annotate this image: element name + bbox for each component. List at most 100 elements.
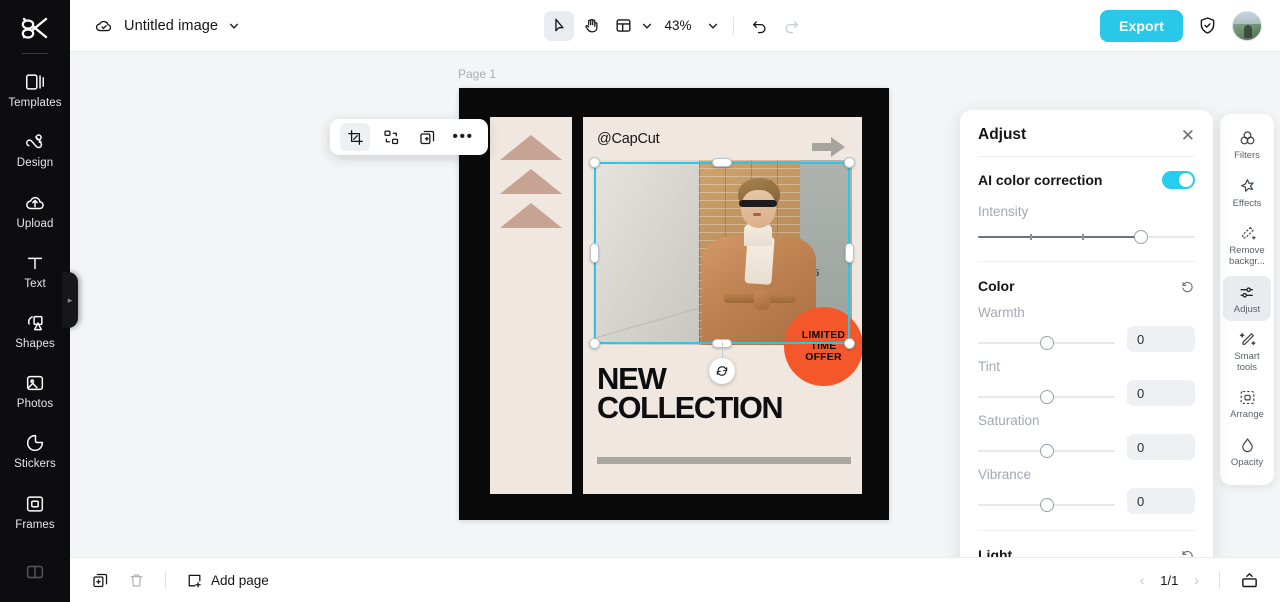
slider-knob[interactable] bbox=[1039, 498, 1054, 512]
layout-chevron-down-icon[interactable] bbox=[640, 20, 659, 32]
sidebar-item-frames[interactable]: Frames bbox=[0, 482, 70, 542]
sidebar-item-templates[interactable]: Templates bbox=[0, 60, 70, 120]
poster-username[interactable]: @CapCut bbox=[597, 131, 660, 147]
more-options-button[interactable]: ••• bbox=[448, 123, 478, 151]
rail-item-arrange[interactable]: Arrange bbox=[1223, 381, 1271, 427]
chevron-down-icon[interactable] bbox=[228, 20, 240, 32]
next-page-button[interactable]: › bbox=[1188, 572, 1205, 588]
left-sidebar: Templates Design Upload Text Shapes Phot… bbox=[0, 0, 70, 602]
slider-knob[interactable] bbox=[1039, 336, 1054, 350]
add-page-button[interactable]: Add page bbox=[180, 572, 275, 589]
page-navigation: ‹ 1/1 › bbox=[1134, 565, 1264, 595]
reset-icon[interactable] bbox=[1180, 279, 1195, 294]
hand-tool-button[interactable] bbox=[576, 11, 606, 41]
templates-icon bbox=[24, 71, 46, 93]
frames-icon bbox=[24, 493, 46, 515]
arrow-right-icon[interactable] bbox=[812, 135, 846, 159]
panel-divider bbox=[978, 261, 1195, 262]
triangle-shape bbox=[500, 203, 562, 228]
tint-value[interactable]: 0 bbox=[1127, 380, 1195, 406]
zoom-level-value[interactable]: 43% bbox=[661, 18, 695, 33]
remove-background-icon bbox=[1238, 224, 1257, 243]
rail-item-remove-background[interactable]: Remove backgr... bbox=[1223, 217, 1271, 273]
resize-handle-left[interactable] bbox=[590, 243, 599, 263]
sidebar-collapse-handle[interactable]: ▸ bbox=[62, 272, 78, 328]
saturation-value[interactable]: 0 bbox=[1127, 434, 1195, 460]
duplicate-button[interactable] bbox=[412, 123, 442, 151]
vibrance-row: 0 bbox=[978, 488, 1195, 514]
rail-label: Opacity bbox=[1230, 457, 1264, 468]
shield-check-icon[interactable] bbox=[1197, 15, 1218, 36]
ai-color-correction-toggle[interactable] bbox=[1162, 171, 1195, 189]
zoom-chevron-down-icon[interactable] bbox=[697, 20, 723, 32]
adjust-panel-title: Adjust bbox=[978, 126, 1027, 143]
triangle-shape bbox=[500, 169, 562, 194]
tint-slider[interactable] bbox=[978, 389, 1115, 405]
rail-item-adjust[interactable]: Adjust bbox=[1223, 275, 1271, 322]
document-title-group[interactable]: Untitled image bbox=[70, 16, 240, 36]
resize-handle-bottom-right[interactable] bbox=[844, 338, 855, 349]
rail-item-effects[interactable]: Effects bbox=[1223, 170, 1271, 216]
slider-knob[interactable] bbox=[1039, 390, 1054, 404]
vibrance-slider[interactable] bbox=[978, 497, 1115, 513]
saturation-row: 0 bbox=[978, 434, 1195, 460]
undo-icon bbox=[750, 16, 769, 35]
canvas-page[interactable]: @CapCut 66 bbox=[459, 88, 889, 520]
duplicate-page-button[interactable] bbox=[85, 565, 115, 595]
hand-pan-icon bbox=[582, 16, 601, 35]
resize-handle-bottom-left[interactable] bbox=[589, 338, 600, 349]
saturation-label: Saturation bbox=[978, 413, 1040, 428]
sidebar-item-more[interactable] bbox=[0, 542, 70, 602]
rail-divider bbox=[22, 53, 48, 55]
sidebar-item-photos[interactable]: Photos bbox=[0, 361, 70, 421]
bottom-divider bbox=[165, 571, 166, 589]
rail-item-smart-tools[interactable]: Smart tools bbox=[1223, 323, 1271, 379]
sidebar-item-design[interactable]: Design bbox=[0, 120, 70, 180]
sidebar-item-upload[interactable]: Upload bbox=[0, 181, 70, 241]
slider-knob[interactable] bbox=[1133, 230, 1148, 244]
poster-decorative-column[interactable] bbox=[490, 117, 572, 494]
resize-handle-top[interactable] bbox=[712, 158, 732, 167]
present-button[interactable] bbox=[1234, 565, 1264, 595]
add-page-label: Add page bbox=[211, 572, 269, 588]
page-label: Page 1 bbox=[458, 67, 497, 81]
capcut-logo[interactable] bbox=[18, 14, 52, 43]
intensity-slider[interactable] bbox=[978, 229, 1195, 245]
sidebar-item-shapes[interactable]: Shapes bbox=[0, 301, 70, 361]
user-avatar[interactable] bbox=[1232, 10, 1262, 41]
rotate-handle[interactable] bbox=[709, 358, 735, 384]
vibrance-value[interactable]: 0 bbox=[1127, 488, 1195, 514]
rail-item-opacity[interactable]: Opacity bbox=[1223, 429, 1271, 475]
warmth-value[interactable]: 0 bbox=[1127, 326, 1195, 352]
layout-tool-button[interactable] bbox=[608, 11, 638, 41]
sidebar-item-stickers[interactable]: Stickers bbox=[0, 421, 70, 481]
rail-label: Arrange bbox=[1230, 409, 1264, 421]
sidebar-item-text[interactable]: Text bbox=[0, 241, 70, 301]
selection-box[interactable] bbox=[589, 157, 855, 384]
adjust-panel-header: Adjust ✕ bbox=[960, 110, 1213, 156]
replace-media-button[interactable] bbox=[376, 123, 406, 151]
headline-line-2: COLLECTION bbox=[597, 390, 784, 425]
undo-button[interactable] bbox=[744, 11, 774, 41]
cursor-tool-button[interactable] bbox=[544, 10, 574, 41]
warmth-slider[interactable] bbox=[978, 335, 1115, 351]
close-icon[interactable]: ✕ bbox=[1181, 127, 1195, 144]
export-button[interactable]: Export bbox=[1100, 9, 1183, 42]
poster-divider-bar[interactable] bbox=[597, 457, 851, 464]
sidebar-label: Templates bbox=[8, 97, 62, 110]
redo-button[interactable] bbox=[776, 11, 806, 41]
slider-knob[interactable] bbox=[1039, 444, 1054, 458]
reset-icon[interactable] bbox=[1180, 548, 1195, 557]
topbar-actions: Export bbox=[1100, 9, 1262, 42]
replace-media-icon bbox=[383, 129, 400, 146]
document-title[interactable]: Untitled image bbox=[124, 18, 218, 34]
resize-handle-top-right[interactable] bbox=[844, 157, 855, 168]
resize-handle-top-left[interactable] bbox=[589, 157, 600, 168]
crop-button[interactable] bbox=[340, 123, 370, 151]
saturation-slider[interactable] bbox=[978, 443, 1115, 459]
prev-page-button[interactable]: ‹ bbox=[1134, 572, 1151, 588]
rail-item-filters[interactable]: Filters bbox=[1223, 122, 1271, 168]
delete-page-button[interactable] bbox=[121, 565, 151, 595]
slider-tick bbox=[1030, 234, 1032, 240]
resize-handle-right[interactable] bbox=[845, 243, 854, 263]
